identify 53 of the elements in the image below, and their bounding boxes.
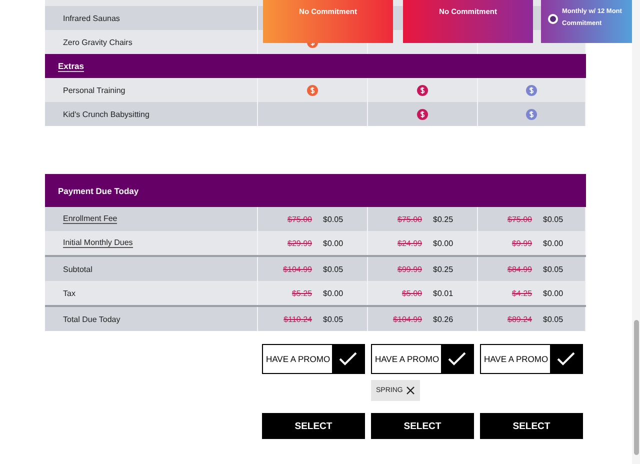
- fee-label: Subtotal: [63, 264, 92, 274]
- discounted-price: $0.05: [543, 264, 564, 274]
- close-icon[interactable]: [406, 386, 415, 395]
- discounted-price: $0.05: [323, 214, 344, 224]
- fee-label: Tax: [63, 288, 76, 298]
- discounted-price: $0.05: [323, 264, 344, 274]
- checkmark-icon: [557, 352, 575, 366]
- fee-link[interactable]: Enrollment Fee: [63, 214, 118, 224]
- section-title: Extras: [58, 60, 84, 72]
- discounted-price: $0.00: [433, 238, 454, 248]
- discounted-price: $0.25: [433, 264, 454, 274]
- select-button[interactable]: SELECT: [262, 413, 365, 439]
- promo-button[interactable]: HAVE A PROMO: [262, 344, 365, 374]
- feature-label: Zero Gravity Chairs: [63, 38, 132, 46]
- select-button[interactable]: SELECT: [480, 413, 583, 439]
- checkmark-icon: [448, 352, 466, 366]
- original-price: $4.25: [510, 288, 532, 298]
- original-price: $9.99: [510, 238, 532, 248]
- promo-button[interactable]: HAVE A PROMO: [480, 344, 583, 374]
- discounted-price: $0.05: [543, 214, 564, 224]
- section-title: Payment Due Today: [58, 186, 139, 196]
- original-price: $75.00: [396, 214, 422, 224]
- discounted-price: $0.05: [543, 314, 564, 324]
- original-price: $104.99: [392, 314, 422, 324]
- original-price: $84.99: [506, 264, 532, 274]
- original-price: $104.99: [282, 264, 312, 274]
- original-price: $29.99: [286, 238, 312, 248]
- scrollbar-thumb[interactable]: [634, 320, 639, 455]
- original-price: $75.00: [506, 214, 532, 224]
- discounted-price: $0.25: [433, 214, 454, 224]
- original-price: $110.24: [282, 314, 312, 324]
- checkmark-icon: [339, 352, 357, 366]
- discounted-price: $0.00: [323, 238, 344, 248]
- original-price: $5.00: [400, 288, 422, 298]
- original-price: $5.25: [290, 288, 312, 298]
- fee-link[interactable]: Initial Monthly Dues: [63, 238, 133, 248]
- fee-label: Total Due Today: [63, 314, 120, 324]
- original-price: $89.24: [506, 314, 532, 324]
- discounted-price: $0.01: [433, 288, 454, 298]
- discounted-price: $0.00: [543, 238, 564, 248]
- original-price: $99.99: [396, 264, 422, 274]
- discounted-price: $0.05: [323, 314, 344, 324]
- feature-label: Infrared Saunas: [63, 14, 120, 22]
- select-button[interactable]: SELECT: [371, 413, 474, 439]
- feature-label: Kid's Crunch Babysitting: [63, 110, 150, 118]
- feature-label: Personal Training: [63, 86, 126, 94]
- discounted-price: $0.26: [433, 314, 454, 324]
- promo-button[interactable]: HAVE A PROMO: [371, 344, 474, 374]
- radio-button[interactable]: [548, 14, 558, 24]
- original-price: $75.00: [286, 214, 312, 224]
- discounted-price: $0.00: [323, 288, 344, 298]
- original-price: $24.99: [396, 238, 422, 248]
- discounted-price: $0.00: [543, 288, 564, 298]
